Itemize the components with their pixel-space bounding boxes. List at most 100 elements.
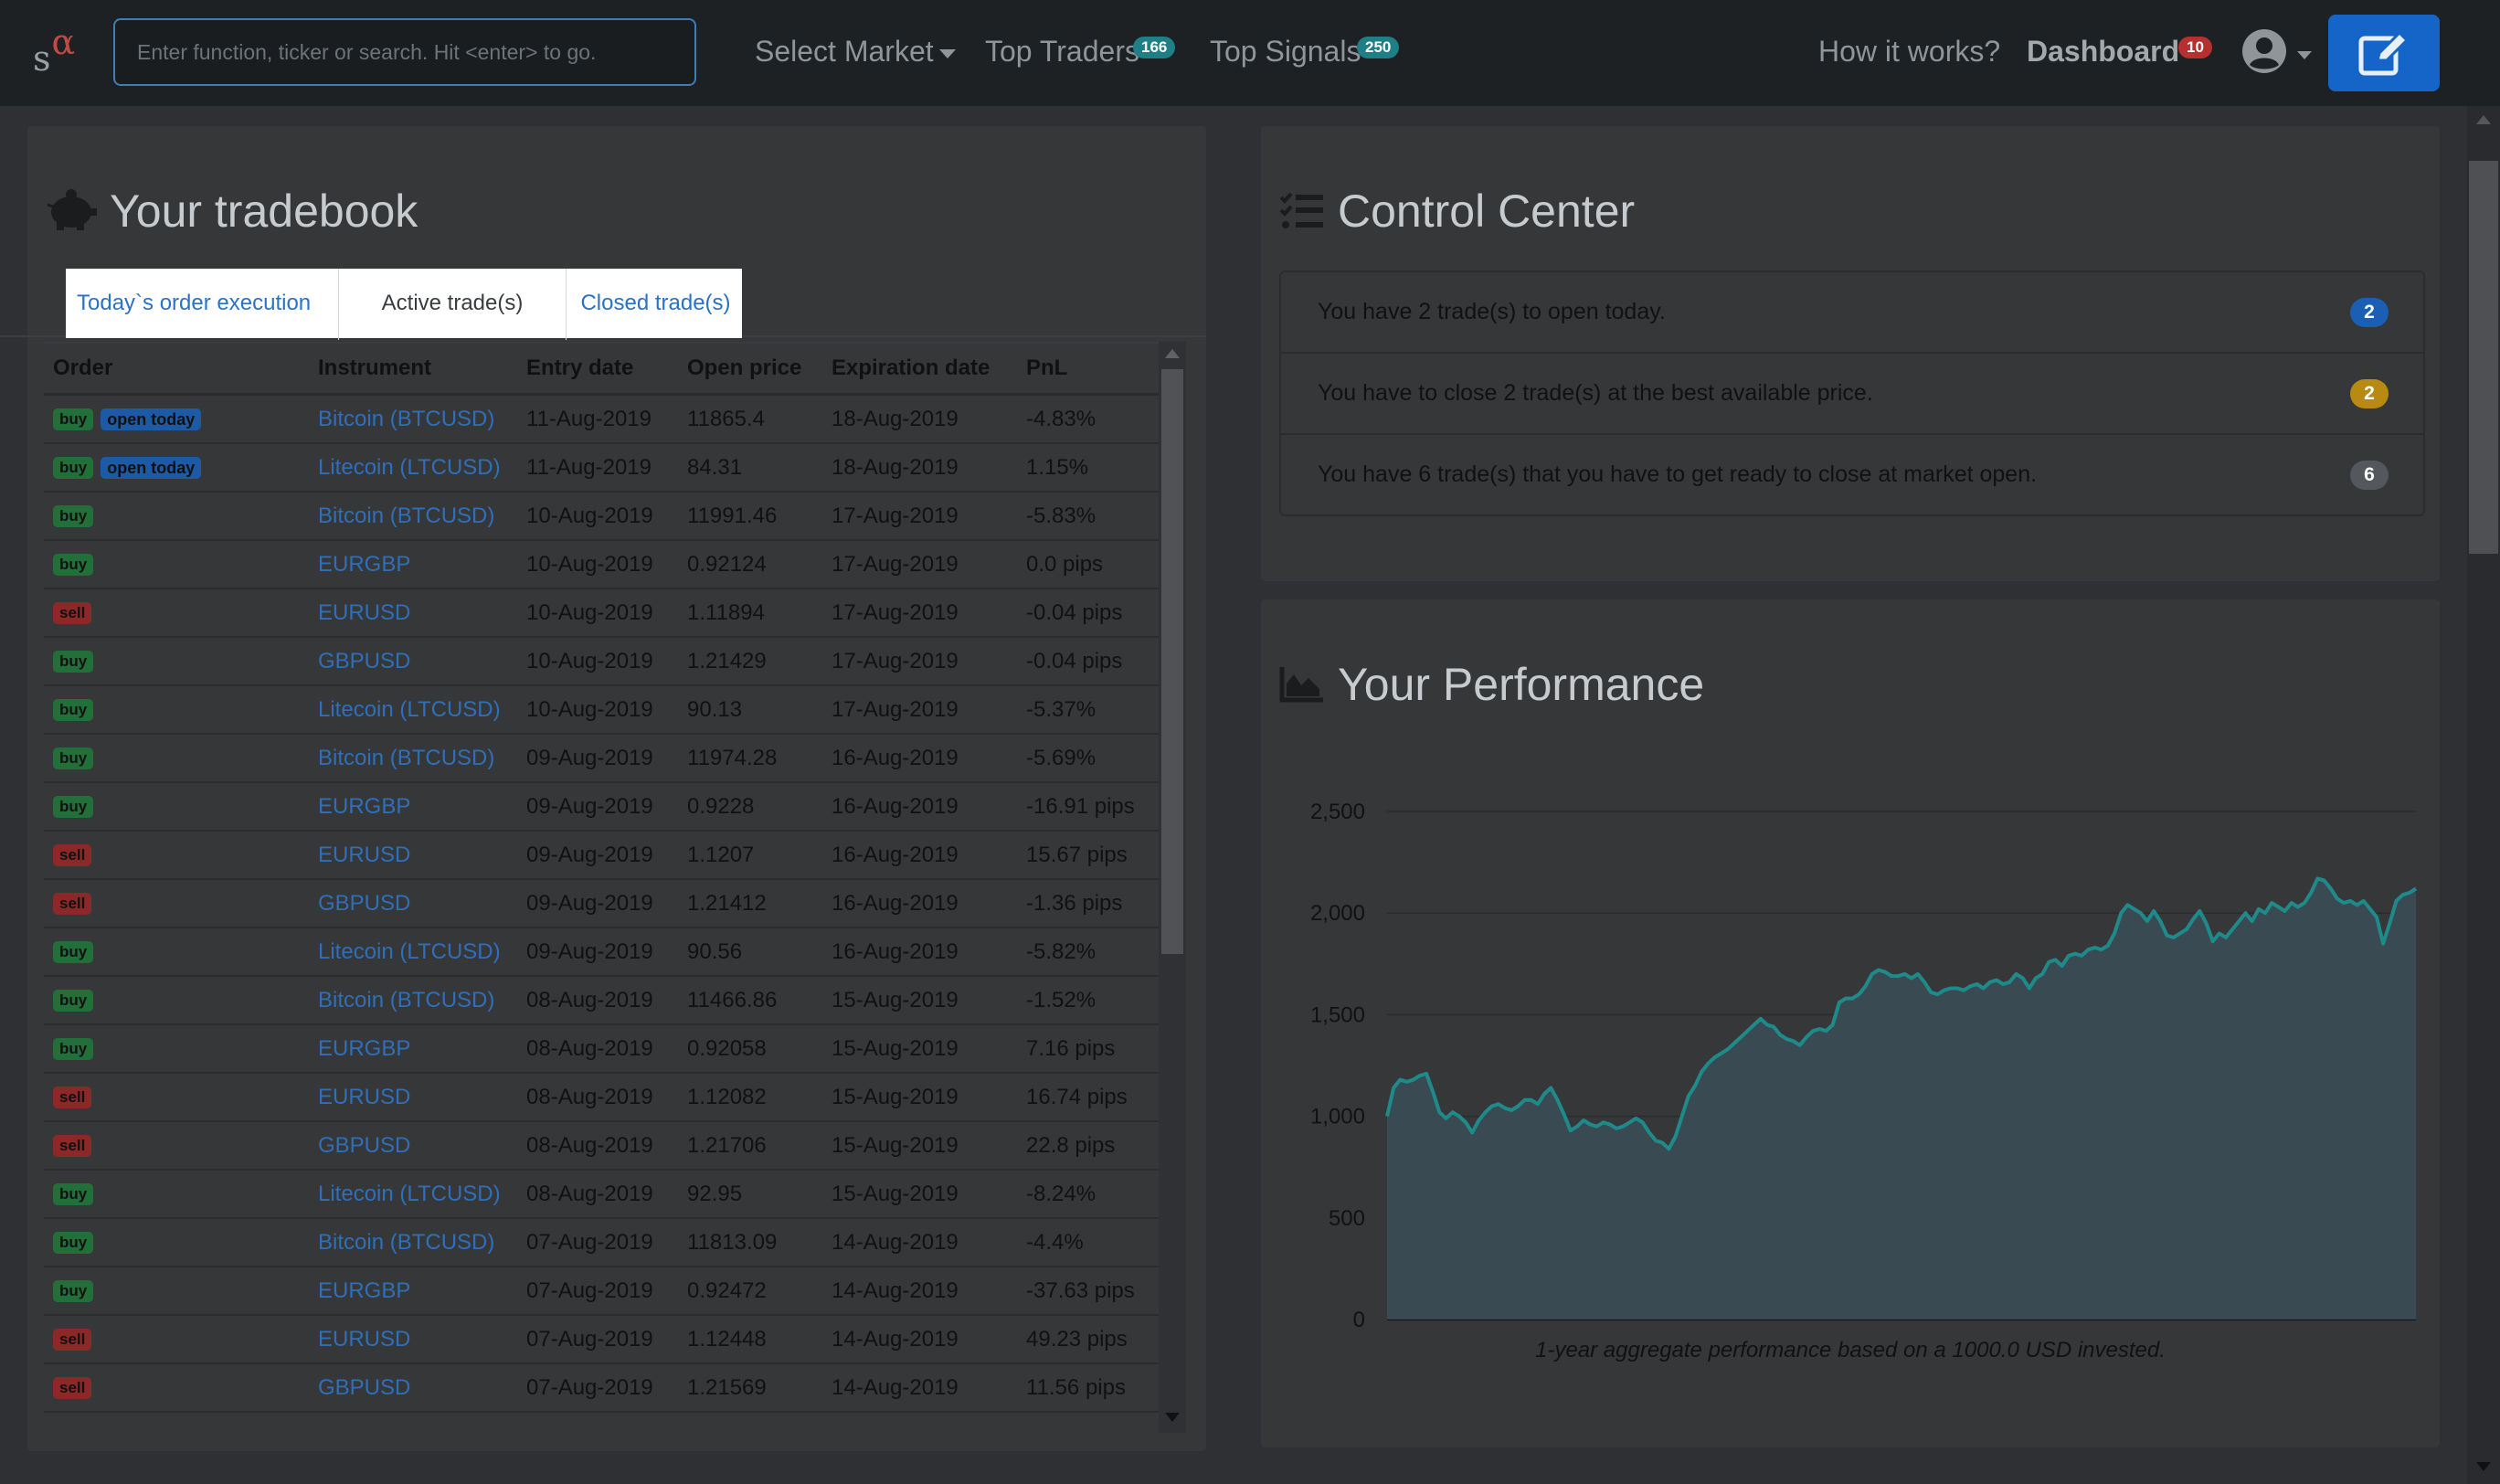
user-circle-icon <box>2242 29 2286 73</box>
instrument-link[interactable]: GBPUSD <box>318 649 410 673</box>
page-scrollbar[interactable] <box>2467 106 2500 1484</box>
instrument-link[interactable]: Bitcoin (BTCUSD) <box>318 407 494 431</box>
user-menu-button[interactable] <box>2240 27 2314 79</box>
brand-logo-s: s <box>33 38 51 79</box>
piggy-bank-icon <box>46 186 97 243</box>
table-row[interactable]: sell GBPUSD 09-Aug-2019 1.21412 16-Aug-2019-… <box>44 879 1159 928</box>
compose-button[interactable] <box>2328 15 2440 91</box>
table-row[interactable]: buy GBPUSD 10-Aug-2019 1.21429 17-Aug-2019 -0… <box>44 637 1159 686</box>
entry-date-cell: 11-Aug-2019 <box>526 443 687 493</box>
instrument-link[interactable]: Litecoin (LTCUSD) <box>318 939 501 964</box>
scroll-down-arrow-icon[interactable] <box>2476 1462 2491 1471</box>
table-row[interactable]: buy open today Bitcoin (BTCUSD) 11-Aug-2019… <box>44 394 1159 444</box>
control-center-item[interactable]: You have 2 trade(s) to open today. 2 <box>1281 272 2423 354</box>
column-header-expiration-date[interactable]: Expiration date <box>832 342 1026 396</box>
table-row[interactable]: buy Litecoin (LTCUSD) 10-Aug-2019 90.13 17-A… <box>44 685 1159 735</box>
order-cell: buy <box>44 1267 318 1316</box>
table-scrollbar[interactable] <box>1159 342 1186 1433</box>
order-cell: buy <box>44 540 318 589</box>
table-row[interactable]: sell EURUSD 07-Aug-2019 1.12448 14-Aug-2019 4… <box>44 1315 1159 1364</box>
trades-table-container[interactable]: Order Instrument Entry date Open price E… <box>44 342 1159 1433</box>
column-header-instrument[interactable]: Instrument <box>318 342 526 396</box>
tab-todays-order-execution[interactable]: Today`s order execution <box>77 269 311 338</box>
instrument-link[interactable]: GBPUSD <box>318 891 410 916</box>
table-row[interactable]: sell EURUSD 10-Aug-2019 1.11894 17-Aug-2019-… <box>44 588 1159 638</box>
expiration-date-cell: 15-Aug-2019 <box>832 976 1026 1025</box>
page-scrollbar-thumb[interactable] <box>2469 161 2498 554</box>
instrument-link[interactable]: EURGBP <box>318 552 410 577</box>
top-navbar: sα Select Market Top Traders 166 Top Sig… <box>0 0 2500 106</box>
table-row[interactable]: buy EURGBP 07-Aug-2019 0.92472 14-Aug-2019 -3… <box>44 1267 1159 1316</box>
performance-chart[interactable]: 0 500 1,000 1,500 2,000 2,500 <box>1261 599 2440 1330</box>
instrument-link[interactable]: Bitcoin (BTCUSD) <box>318 504 494 528</box>
table-row[interactable]: buy Litecoin (LTCUSD) 09-Aug-2019 90.56 16-A… <box>44 928 1159 977</box>
order-side-badge: buy <box>53 699 94 722</box>
instrument-link[interactable]: EURGBP <box>318 1036 410 1061</box>
pnl-cell: 0.0 pips <box>1026 540 1159 589</box>
instrument-link[interactable]: EURUSD <box>318 843 410 867</box>
instrument-link[interactable]: Bitcoin (BTCUSD) <box>318 988 494 1012</box>
expiration-date-cell: 16-Aug-2019 <box>832 928 1026 977</box>
y-tick-label: 1,000 <box>1310 1105 1365 1129</box>
open-price-cell: 11466.86 <box>687 976 832 1025</box>
nav-how-it-works[interactable]: How it works? <box>1818 35 2000 69</box>
instrument-link[interactable]: EURUSD <box>318 1327 410 1352</box>
count-pill: 2 <box>2350 379 2389 408</box>
tab-closed-trades[interactable]: Closed trade(s) <box>569 269 742 338</box>
column-header-entry-date[interactable]: Entry date <box>526 342 687 396</box>
instrument-link[interactable]: GBPUSD <box>318 1375 410 1400</box>
order-cell: buy <box>44 734 318 783</box>
instrument-cell: EURGBP <box>318 782 526 832</box>
instrument-link[interactable]: GBPUSD <box>318 1133 410 1158</box>
instrument-link[interactable]: Litecoin (LTCUSD) <box>318 697 501 722</box>
table-row[interactable]: sell EURUSD 08-Aug-2019 1.12082 15-Aug-2019 1… <box>44 1073 1159 1122</box>
order-side-badge: sell <box>53 1135 92 1158</box>
table-row[interactable]: sell GBPUSD 08-Aug-2019 1.21706 15-Aug-2019 2… <box>44 1121 1159 1171</box>
entry-date-cell: 10-Aug-2019 <box>526 685 687 735</box>
table-row[interactable]: buy Bitcoin (BTCUSD) 08-Aug-2019 11466.86 15… <box>44 976 1159 1025</box>
search-input[interactable] <box>113 18 696 86</box>
y-tick-label: 1,500 <box>1310 1002 1365 1027</box>
table-row[interactable]: sell GBPUSD 07-Aug-2019 1.21569 14-Aug-2019 1… <box>44 1363 1159 1413</box>
nav-top-traders[interactable]: Top Traders <box>985 35 1139 69</box>
instrument-link[interactable]: Litecoin (LTCUSD) <box>318 1182 501 1206</box>
column-header-open-price[interactable]: Open price <box>687 342 832 396</box>
instrument-link[interactable]: EURGBP <box>318 1278 410 1303</box>
tradebook-tabs: Today`s order execution Active trade(s) … <box>66 269 742 340</box>
nav-dashboard[interactable]: Dashboard <box>2027 35 2179 69</box>
table-row[interactable]: buy Litecoin (LTCUSD) 08-Aug-2019 92.95 15-A… <box>44 1170 1159 1219</box>
table-row[interactable]: buy open today Litecoin (LTCUSD) 11-Aug-201… <box>44 443 1159 493</box>
instrument-link[interactable]: EURUSD <box>318 600 410 625</box>
instrument-link[interactable]: Litecoin (LTCUSD) <box>318 455 501 480</box>
control-center-item[interactable]: You have to close 2 trade(s) at the best… <box>1281 354 2423 435</box>
order-cell: buy open today <box>44 443 318 493</box>
table-row[interactable]: buy Bitcoin (BTCUSD) 10-Aug-2019 11991.46 17… <box>44 492 1159 541</box>
scroll-up-arrow-icon[interactable] <box>1165 349 1180 358</box>
scroll-up-arrow-icon[interactable] <box>2476 115 2491 124</box>
instrument-cell: EURUSD <box>318 1073 526 1122</box>
instrument-link[interactable]: Bitcoin (BTCUSD) <box>318 1230 494 1255</box>
top-signals-count-badge: 250 <box>1357 37 1400 58</box>
brand-logo[interactable]: sα <box>33 22 75 79</box>
select-market-dropdown[interactable]: Select Market <box>755 35 956 69</box>
entry-date-cell: 09-Aug-2019 <box>526 782 687 832</box>
instrument-link[interactable]: EURGBP <box>318 794 410 819</box>
table-scrollbar-thumb[interactable] <box>1161 369 1183 954</box>
table-row[interactable]: buy EURGBP 09-Aug-2019 0.9228 16-Aug-2019 -16… <box>44 782 1159 832</box>
table-row[interactable]: sell EURUSD 09-Aug-2019 1.1207 16-Aug-2019 15… <box>44 831 1159 880</box>
nav-top-signals[interactable]: Top Signals <box>1210 35 1361 69</box>
table-row[interactable]: buy EURGBP 10-Aug-2019 0.92124 17-Aug-2019 0.… <box>44 540 1159 589</box>
instrument-link[interactable]: EURUSD <box>318 1085 410 1109</box>
scroll-down-arrow-icon[interactable] <box>1165 1413 1180 1422</box>
control-center-item[interactable]: You have 6 trade(s) that you have to get… <box>1281 435 2423 514</box>
table-row[interactable]: buy EURGBP 08-Aug-2019 0.92058 15-Aug-2019 7.… <box>44 1024 1159 1074</box>
column-header-order[interactable]: Order <box>44 342 318 396</box>
table-row[interactable]: buy Bitcoin (BTCUSD) 09-Aug-2019 11974.28 16… <box>44 734 1159 783</box>
expiration-date-cell: 16-Aug-2019 <box>832 879 1026 928</box>
column-header-pnl[interactable]: PnL <box>1026 342 1159 396</box>
open-price-cell: 1.12082 <box>687 1073 832 1122</box>
instrument-link[interactable]: Bitcoin (BTCUSD) <box>318 746 494 770</box>
tab-active-trades[interactable]: Active trade(s) <box>338 269 567 340</box>
table-row[interactable]: buy Bitcoin (BTCUSD) 07-Aug-2019 11813.09 14… <box>44 1218 1159 1267</box>
open-price-cell: 90.13 <box>687 685 832 735</box>
